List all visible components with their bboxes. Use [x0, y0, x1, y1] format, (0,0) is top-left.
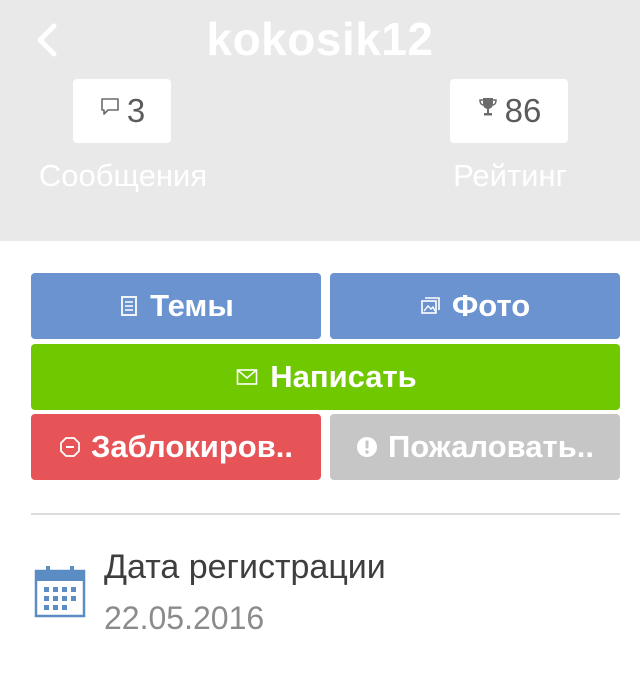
rating-label: Рейтинг — [453, 158, 567, 193]
block-octagon-icon — [60, 437, 80, 457]
topics-button-label: Темы — [150, 288, 234, 323]
block-user-button-label: Заблокиров.. — [91, 429, 293, 464]
exclamation-circle-icon — [357, 437, 377, 457]
rating-count: 86 — [504, 92, 542, 129]
registration-date-title: Дата регистрации — [104, 548, 386, 586]
section-divider — [31, 513, 620, 515]
profile-header: kokosik12 3 Сообщения 86 Рейтинг — [0, 0, 640, 241]
calendar-icon — [34, 566, 86, 618]
trophy-icon — [478, 98, 497, 116]
rating-count-box[interactable]: 86 — [450, 79, 568, 143]
speech-bubble-icon — [101, 98, 119, 115]
topics-button[interactable]: Темы — [31, 273, 321, 339]
block-user-button[interactable]: Заблокиров.. — [31, 414, 321, 480]
report-user-button-label: Пожаловать.. — [388, 429, 594, 464]
write-message-button[interactable]: Написать — [31, 344, 620, 410]
photo-gallery-icon — [421, 297, 440, 314]
messages-count: 3 — [126, 92, 146, 129]
registration-date-value: 22.05.2016 — [104, 600, 265, 636]
photo-button[interactable]: Фото — [330, 273, 620, 339]
messages-label: Сообщения — [38, 158, 208, 193]
messages-count-box[interactable]: 3 — [73, 79, 171, 143]
photo-button-label: Фото — [451, 288, 531, 323]
write-message-button-label: Написать — [270, 359, 417, 394]
username-title: kokosik12 — [206, 13, 434, 65]
envelope-icon — [236, 369, 258, 385]
document-icon — [121, 296, 138, 316]
report-user-button[interactable]: Пожаловать.. — [330, 414, 620, 480]
